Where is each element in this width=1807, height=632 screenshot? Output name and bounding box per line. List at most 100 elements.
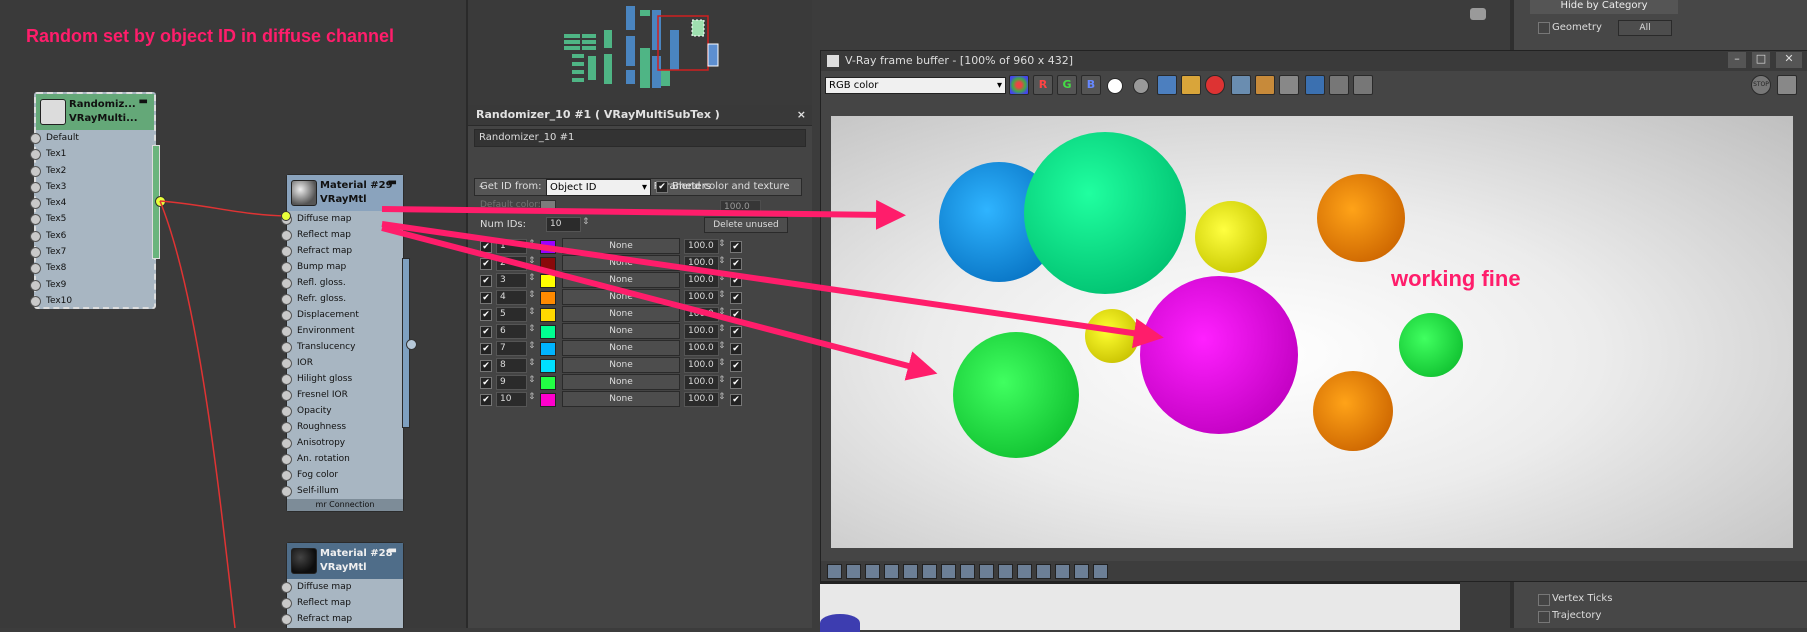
id-color-swatch[interactable]: [540, 308, 556, 322]
map-enable-checkbox[interactable]: ✔: [730, 275, 742, 287]
blue-channel-button[interactable]: B: [1081, 75, 1101, 95]
enable-checkbox[interactable]: ✔: [480, 394, 492, 406]
amount-spinner[interactable]: ⇕: [718, 307, 726, 317]
teapot-icon[interactable]: [1279, 75, 1299, 95]
amount-spinner[interactable]: ⇕: [718, 239, 726, 249]
trajectory-checkbox[interactable]: [1538, 611, 1550, 623]
enable-checkbox[interactable]: ✔: [480, 377, 492, 389]
id-spinner[interactable]: ⇕: [528, 256, 536, 266]
amount-field[interactable]: 100.0: [684, 256, 719, 271]
default-color-swatch[interactable]: [540, 200, 556, 214]
node-editor-canvas[interactable]: Random set by object ID in diffuse chann…: [0, 0, 466, 628]
duplicate-icon[interactable]: [1231, 75, 1251, 95]
id-color-swatch[interactable]: [540, 274, 556, 288]
vray-frame-buffer-window[interactable]: V-Ray frame buffer - [100% of 960 x 432]…: [820, 50, 1807, 582]
amount-spinner[interactable]: ⇕: [718, 341, 726, 351]
map-button[interactable]: None: [562, 357, 680, 373]
region-icon[interactable]: [1017, 564, 1032, 579]
id-field[interactable]: 8: [496, 358, 527, 373]
id-field[interactable]: 7: [496, 341, 527, 356]
history-icon[interactable]: [1353, 75, 1373, 95]
lens-icon[interactable]: [979, 564, 994, 579]
map-button[interactable]: None: [562, 272, 680, 288]
parameter-panel[interactable]: Randomizer_10 #1 ( VRayMultiSubTex ) × R…: [466, 105, 812, 628]
amount-field[interactable]: 100.0: [684, 273, 719, 288]
id-field[interactable]: 3: [496, 273, 527, 288]
material-name-field[interactable]: Randomizer_10 #1: [474, 129, 806, 147]
close-icon[interactable]: ×: [797, 105, 806, 125]
maximize-icon[interactable]: □: [1752, 52, 1770, 68]
amount-spinner[interactable]: ⇕: [718, 324, 726, 334]
id-spinner[interactable]: ⇕: [528, 307, 536, 317]
minimize-icon[interactable]: –: [1728, 52, 1746, 68]
id-spinner[interactable]: ⇕: [528, 239, 536, 249]
open-folder-icon[interactable]: [1181, 75, 1201, 95]
id-field[interactable]: 9: [496, 375, 527, 390]
stop-render-button[interactable]: STOP: [1751, 75, 1771, 95]
id-spinner[interactable]: ⇕: [528, 290, 536, 300]
map-enable-checkbox[interactable]: ✔: [730, 309, 742, 321]
map-button[interactable]: None: [562, 323, 680, 339]
enable-checkbox[interactable]: ✔: [480, 343, 492, 355]
enable-checkbox[interactable]: ✔: [480, 292, 492, 304]
id-field[interactable]: 1: [496, 239, 527, 254]
amount-spinner[interactable]: ⇕: [718, 290, 726, 300]
id-color-swatch[interactable]: [540, 257, 556, 271]
lut-icon[interactable]: [846, 564, 861, 579]
id-field[interactable]: 2: [496, 256, 527, 271]
id-field[interactable]: 5: [496, 307, 527, 322]
id-field[interactable]: 6: [496, 324, 527, 339]
size-w-icon[interactable]: [1055, 564, 1070, 579]
amount-spinner[interactable]: ⇕: [718, 256, 726, 266]
id-spinner[interactable]: ⇕: [528, 341, 536, 351]
amount-field[interactable]: 100.0: [684, 392, 719, 407]
id-spinner[interactable]: ⇕: [528, 375, 536, 385]
amount-spinner[interactable]: ⇕: [718, 358, 726, 368]
enable-checkbox[interactable]: ✔: [480, 326, 492, 338]
bloom-icon[interactable]: [998, 564, 1013, 579]
amount-field[interactable]: 100.0: [684, 341, 719, 356]
map-enable-checkbox[interactable]: ✔: [730, 343, 742, 355]
region-icon[interactable]: [1329, 75, 1349, 95]
exposure-icon[interactable]: [941, 564, 956, 579]
id-spinner[interactable]: ⇕: [528, 273, 536, 283]
save-icon[interactable]: [1157, 75, 1177, 95]
id-color-swatch[interactable]: [540, 359, 556, 373]
default-amount[interactable]: 100.0: [720, 200, 761, 215]
red-channel-button[interactable]: R: [1033, 75, 1053, 95]
navigator-panel[interactable]: [466, 0, 812, 105]
map-button[interactable]: None: [562, 391, 680, 407]
id-color-swatch[interactable]: [540, 393, 556, 407]
map-button[interactable]: None: [562, 255, 680, 271]
compare-icon[interactable]: [1305, 75, 1325, 95]
id-spinner[interactable]: ⇕: [528, 358, 536, 368]
close-icon[interactable]: ✕: [1776, 52, 1802, 68]
clear-icon[interactable]: [1205, 75, 1225, 95]
map-enable-checkbox[interactable]: ✔: [730, 258, 742, 270]
get-id-dropdown[interactable]: Object ID ▾: [546, 179, 651, 196]
num-ids-spinner[interactable]: ⇕: [582, 217, 590, 227]
curve-icon[interactable]: [903, 564, 918, 579]
all-button[interactable]: All: [1618, 20, 1672, 36]
info-icon[interactable]: [865, 564, 880, 579]
vertex-ticks-checkbox[interactable]: [1538, 594, 1550, 606]
map-enable-checkbox[interactable]: ✔: [730, 241, 742, 253]
delete-unused-button[interactable]: Delete unused: [704, 217, 788, 233]
amount-field[interactable]: 100.0: [684, 324, 719, 339]
map-button[interactable]: None: [562, 289, 680, 305]
map-enable-checkbox[interactable]: ✔: [730, 394, 742, 406]
hide-by-category-header[interactable]: Hide by Category: [1530, 0, 1678, 14]
enable-checkbox[interactable]: ✔: [480, 360, 492, 372]
histogram-icon[interactable]: [922, 564, 937, 579]
expand-icon[interactable]: [1093, 564, 1108, 579]
amount-field[interactable]: 100.0: [684, 307, 719, 322]
map-button[interactable]: None: [562, 238, 680, 254]
id-field[interactable]: 4: [496, 290, 527, 305]
display-icon[interactable]: [827, 564, 842, 579]
pan-icon[interactable]: [1255, 75, 1275, 95]
enable-checkbox[interactable]: ✔: [480, 309, 492, 321]
id-color-swatch[interactable]: [540, 376, 556, 390]
camera-icon[interactable]: [1470, 8, 1486, 20]
amount-field[interactable]: 100.0: [684, 358, 719, 373]
num-ids-field[interactable]: 10: [546, 217, 581, 232]
